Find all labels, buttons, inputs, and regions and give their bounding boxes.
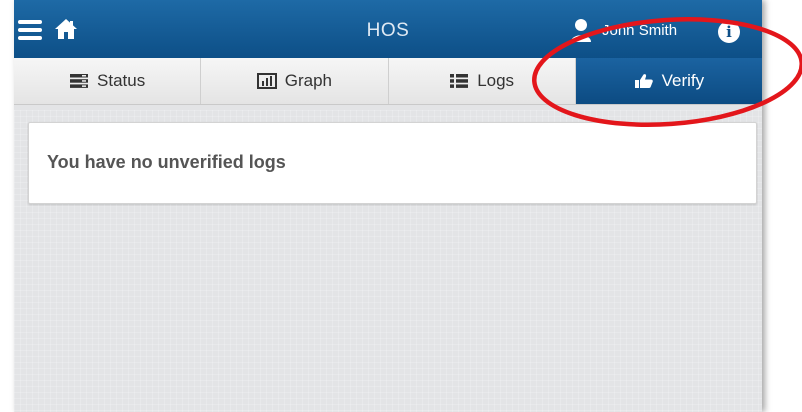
tab-logs[interactable]: Logs xyxy=(389,58,576,104)
tab-label: Graph xyxy=(284,71,332,90)
user-menu[interactable]: John Smith xyxy=(570,18,677,42)
tab-bar: Status Graph Logs Verify xyxy=(14,58,762,105)
app-screen: HOS John Smith i Status Graph Logs Verif… xyxy=(14,0,762,412)
top-bar: HOS John Smith i xyxy=(14,0,762,58)
tab-label: Verify xyxy=(661,71,705,90)
empty-state-message: You have no unverified logs xyxy=(47,152,286,172)
status-icon xyxy=(70,74,89,88)
message-card: You have no unverified logs xyxy=(28,122,757,204)
info-icon[interactable]: i xyxy=(718,21,740,43)
list-icon xyxy=(450,74,469,88)
graph-icon xyxy=(256,73,277,89)
tab-graph[interactable]: Graph xyxy=(201,58,389,104)
user-icon xyxy=(571,19,591,42)
tab-verify[interactable]: Verify xyxy=(575,58,762,104)
tab-status[interactable]: Status xyxy=(14,58,202,104)
tab-label: Status xyxy=(97,71,146,90)
thumbs-up-icon xyxy=(634,74,653,88)
tab-label: Logs xyxy=(477,71,515,90)
user-name: John Smith xyxy=(602,21,678,39)
